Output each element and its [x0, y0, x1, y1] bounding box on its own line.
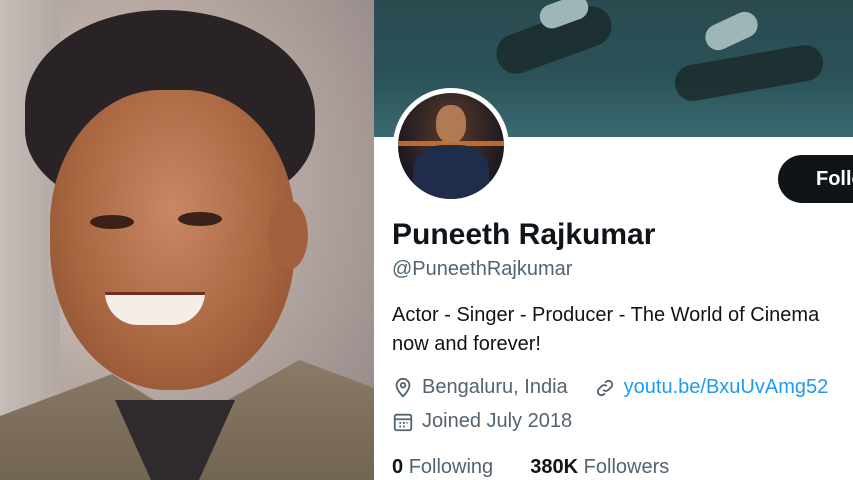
banner-diver-tank	[701, 7, 762, 55]
photo-eye-right	[178, 212, 222, 226]
location-pin-icon	[395, 377, 411, 398]
followers-count: 380K	[530, 456, 579, 478]
followers-link[interactable]: 380K Followers	[530, 456, 669, 478]
profile-bio: Actor - Singer - Producer - The World of…	[392, 301, 853, 359]
bio-line-1: Actor - Singer - Producer - The World of…	[392, 304, 820, 326]
profile-meta-row: Joined July 2018	[392, 410, 572, 433]
profile-stats: 0 Following 380K Followers	[392, 456, 669, 479]
avatar-image	[398, 93, 504, 199]
bio-line-2: now and forever!	[392, 333, 541, 355]
profile-location: Bengaluru, India	[422, 376, 568, 398]
following-count: 0	[392, 456, 404, 478]
photo-ear	[268, 200, 308, 270]
banner-diver	[672, 42, 826, 104]
following-label: Following	[408, 456, 494, 478]
profile-website-link[interactable]: youtu.be/BxuUvAmg52	[624, 376, 829, 399]
following-link[interactable]: 0 Following	[392, 456, 493, 478]
avatar-body	[413, 145, 489, 199]
profile-meta-row: Bengaluru, India youtu.be/BxuUvAmg52	[392, 376, 828, 399]
profile-avatar[interactable]	[393, 88, 509, 204]
calendar-icon	[393, 413, 413, 431]
follow-button[interactable]: Follow	[778, 155, 853, 203]
followers-label: Followers	[583, 456, 670, 478]
profile-joined-date: Joined July 2018	[422, 410, 573, 432]
photo-eye-left	[90, 215, 134, 229]
profile-name: Puneeth Rajkumar	[392, 218, 656, 251]
avatar-face	[436, 105, 466, 143]
twitter-profile-panel: Follow Puneeth Rajkumar @PuneethRajkumar…	[374, 0, 853, 480]
profile-handle: @PuneethRajkumar	[392, 258, 573, 280]
photo-face	[50, 90, 295, 390]
link-icon	[596, 379, 613, 396]
person-photo	[0, 0, 374, 480]
